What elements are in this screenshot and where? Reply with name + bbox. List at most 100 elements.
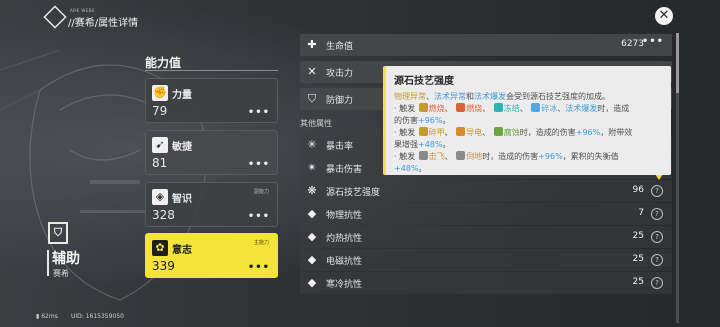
stat-tag-secondary: 副能力 xyxy=(253,189,269,195)
percent-value: +96% xyxy=(538,152,563,161)
help-icon[interactable]: ? xyxy=(651,185,663,197)
attr-name: 电磁抗性 xyxy=(326,257,363,267)
attr-name: 暴击伤害 xyxy=(326,165,363,175)
keyword: 倒地 xyxy=(466,152,483,161)
keyword: 燃烧 xyxy=(428,104,445,113)
percent-value: +96% xyxy=(575,128,601,137)
percent-value: +48% xyxy=(418,140,443,149)
attr-row-heat-res[interactable]: ◆ 灼热抗性 25 ? xyxy=(300,226,672,248)
keyword: 击飞 xyxy=(428,152,445,161)
attr-row-physical-res[interactable]: ◆ 物理抗性 7 ? xyxy=(300,203,672,225)
stat-more-button[interactable]: ••• xyxy=(248,262,270,273)
defense-icon: ⛉ xyxy=(307,92,317,105)
attr-name: 源石技艺强度 xyxy=(326,188,381,198)
tooltip-text: 、 xyxy=(426,92,434,101)
tooltip-paragraph: 物理异常、法术异常和法术爆发会受到源石技艺强度的加成。 xyxy=(394,91,663,103)
attr-row-electric-res[interactable]: ◆ 电磁抗性 25 ? xyxy=(300,249,672,271)
tooltip-text: 果增强 xyxy=(394,140,418,149)
tooltip-body: 物理异常、法术异常和法术爆发会受到源石技艺强度的加成。 · 触发 燃烧、 燃烧、… xyxy=(394,91,663,175)
help-icon[interactable]: ? xyxy=(651,254,663,266)
stat-card-agility[interactable]: ➹ 敏捷 81 ••• xyxy=(145,130,278,175)
attr-more-button[interactable]: ••• xyxy=(642,36,664,47)
armor-break-icon xyxy=(418,127,428,136)
attr-name: 暴击率 xyxy=(326,142,354,152)
stat-name: 力量 xyxy=(172,90,192,101)
knockdown-icon xyxy=(456,151,466,160)
stat-card-will[interactable]: ✿ 意志 主能力 339 ••• xyxy=(145,233,278,278)
help-icon[interactable]: ? xyxy=(651,208,663,220)
stat-more-button[interactable]: ••• xyxy=(248,107,270,118)
stat-card-strength[interactable]: ✊ 力量 79 ••• xyxy=(145,78,278,123)
scrollbar-thumb[interactable] xyxy=(676,33,679,93)
tooltip-text: 和 xyxy=(466,92,474,101)
burn-icon xyxy=(418,103,428,112)
fire-icon xyxy=(456,103,466,112)
stat-tag-primary: 主能力 xyxy=(253,240,269,246)
stat-more-button[interactable]: ••• xyxy=(248,159,270,170)
tooltip-text: 时，造成的伤害 xyxy=(482,152,539,161)
role-name: 辅助 xyxy=(52,251,80,267)
health-icon: ✚ xyxy=(307,38,317,51)
crit-dmg-icon: ✴ xyxy=(307,161,317,174)
uid-label: UID: 1615359050 xyxy=(71,313,124,320)
lift-icon xyxy=(418,151,428,160)
help-icon[interactable]: ? xyxy=(651,231,663,243)
cold-res-icon: ◆ xyxy=(307,276,317,289)
tooltip-text: · 触发 xyxy=(394,128,416,137)
tooltip-text: ，累积的失衡值 xyxy=(562,152,619,161)
electric-res-icon: ◆ xyxy=(307,253,317,266)
crit-rate-icon: ✳ xyxy=(307,138,317,151)
percent-value: +96% xyxy=(418,116,443,125)
agility-icon: ➹ xyxy=(152,137,168,153)
keyword-physical-anomaly: 物理异常 xyxy=(394,92,426,101)
tooltip-text: 。 xyxy=(442,116,451,125)
percent-value: +48% xyxy=(394,164,419,173)
breadcrumb-small-text: ARK WEBE xyxy=(70,8,96,13)
keyword: 法术爆发 xyxy=(565,104,598,113)
tooltip-text: · 触发 xyxy=(394,152,416,161)
attr-row-arts-intensity[interactable]: ❋ 源石技艺强度 96 ? xyxy=(300,180,672,202)
tooltip-text: ，附带效 xyxy=(600,128,633,137)
attr-name: 攻击力 xyxy=(326,69,354,79)
section-divider xyxy=(145,70,278,71)
other-attributes-label: 其他属性 xyxy=(300,119,332,128)
stat-name: 智识 xyxy=(172,194,192,205)
keyword: 燃烧 xyxy=(466,104,483,113)
ping-indicator: ▮ 62ms xyxy=(36,313,58,320)
stat-value: 339 xyxy=(152,259,175,273)
breadcrumb: //赛希/属性详情 xyxy=(68,18,139,29)
tooltip-line: · 触发 碎甲、 导电、 腐蚀时，造成的伤害+96%，附带效 xyxy=(394,127,633,137)
attack-icon: ✕ xyxy=(307,65,317,78)
character-name: 赛希 xyxy=(53,269,69,278)
attr-name: 物理抗性 xyxy=(326,211,363,221)
stat-value: 79 xyxy=(152,104,168,118)
tooltip-text: 会受到源石技艺强度的加成。 xyxy=(506,92,610,101)
stat-card-intellect[interactable]: ◈ 智识 副能力 328 ••• xyxy=(145,182,278,227)
support-role-icon: ⛉ xyxy=(48,222,68,244)
attr-value: 25 xyxy=(632,231,644,241)
tooltip-arts-intensity: 源石技艺强度 物理异常、法术异常和法术爆发会受到源石技艺强度的加成。 · 触发 … xyxy=(383,66,671,175)
attr-name: 灼热抗性 xyxy=(326,234,363,244)
attr-row-cold-res[interactable]: ◆ 寒冷抗性 25 ? xyxy=(300,272,672,294)
keyword: 碎甲 xyxy=(428,128,445,137)
tooltip-text: 时，造成 xyxy=(597,104,630,113)
tooltip-title: 源石技艺强度 xyxy=(394,76,454,87)
freeze-icon xyxy=(493,103,503,112)
close-button[interactable]: ✕ xyxy=(655,7,673,25)
attr-value: 25 xyxy=(632,254,644,264)
attr-value: 6273 xyxy=(621,39,644,49)
ping-value: 62ms xyxy=(41,313,58,320)
keyword: 冻结 xyxy=(503,104,520,113)
stat-more-button[interactable]: ••• xyxy=(248,211,270,222)
stat-value: 328 xyxy=(152,208,175,222)
tooltip-line: · 触发 击飞、 倒地时，造成的伤害+96%，累积的失衡值 xyxy=(394,151,619,161)
tooltip-text: · 触发 xyxy=(394,104,416,113)
tooltip-text: 时，造成的伤害 xyxy=(519,128,576,137)
stat-value: 81 xyxy=(152,156,168,170)
fist-icon: ✊ xyxy=(152,85,168,101)
tooltip-line: 果增强+48%。 xyxy=(394,139,663,151)
tooltip-text: 。 xyxy=(418,164,427,173)
help-icon[interactable]: ? xyxy=(651,277,663,289)
keyword: 导电 xyxy=(466,128,483,137)
attr-row-health[interactable]: ✚ 生命值 6273 ••• xyxy=(300,34,672,56)
